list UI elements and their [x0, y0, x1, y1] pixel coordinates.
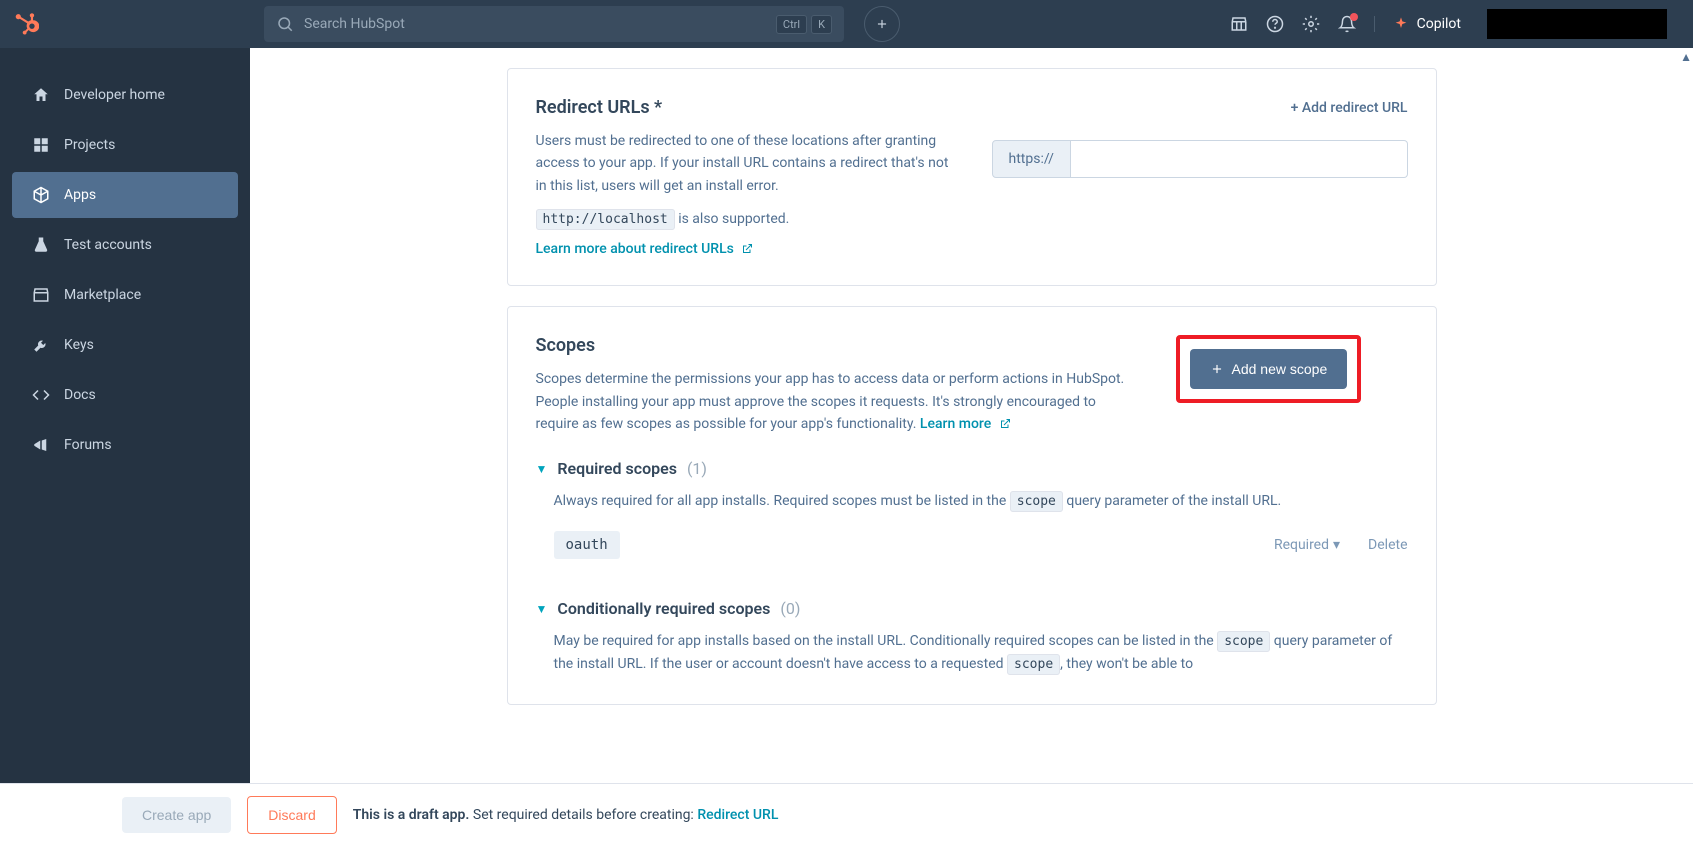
external-link-icon	[999, 418, 1011, 430]
copilot-button[interactable]: Copilot	[1374, 16, 1461, 32]
sidebar-item-test-accounts[interactable]: Test accounts	[12, 222, 238, 268]
scope-row-oauth: oauth Required ▾ Delete	[536, 531, 1408, 559]
scope-required-dropdown[interactable]: Required ▾	[1274, 537, 1340, 553]
url-prefix: https://	[992, 140, 1071, 178]
redirect-title: Redirect URLs *	[536, 97, 952, 118]
notifications-icon[interactable]	[1338, 15, 1356, 33]
scroll-up-indicator[interactable]: ▲	[1680, 50, 1692, 64]
required-scopes-section: ▼ Required scopes (1) Always required fo…	[536, 459, 1408, 559]
external-link-icon	[741, 243, 753, 255]
sidebar-item-docs[interactable]: Docs	[12, 372, 238, 418]
scope-pill: oauth	[554, 531, 620, 559]
sidebar-item-keys[interactable]: Keys	[12, 322, 238, 368]
redirect-description: Users must be redirected to one of these…	[536, 130, 952, 197]
sidebar-item-apps[interactable]: Apps	[12, 172, 238, 218]
search-bar[interactable]: Search HubSpot Ctrl K	[264, 6, 844, 42]
settings-icon[interactable]	[1302, 15, 1320, 33]
sidebar: Developer home Projects Apps Test accoun…	[0, 48, 250, 845]
scopes-description: Scopes determine the permissions your ap…	[536, 368, 1136, 435]
projects-icon	[32, 136, 50, 154]
chevron-down-icon: ▼	[536, 602, 548, 616]
redirect-urls-card: Redirect URLs * Users must be redirected…	[507, 68, 1437, 286]
plus-icon	[1210, 362, 1224, 376]
notification-badge	[1350, 13, 1358, 21]
search-icon	[276, 15, 294, 33]
search-placeholder: Search HubSpot	[304, 16, 766, 32]
redirect-url-field[interactable]	[1071, 140, 1408, 178]
conditional-scopes-toggle[interactable]: ▼ Conditionally required scopes (0)	[536, 599, 1408, 618]
account-region[interactable]	[1487, 9, 1667, 39]
sidebar-item-developer-home[interactable]: Developer home	[12, 72, 238, 118]
conditional-scopes-section: ▼ Conditionally required scopes (0) May …	[536, 599, 1408, 676]
add-button[interactable]	[864, 6, 900, 42]
home-icon	[32, 86, 50, 104]
store-icon	[32, 286, 50, 304]
create-app-button: Create app	[122, 797, 231, 833]
footer-bar: Create app Discard This is a draft app. …	[0, 783, 1693, 845]
required-scopes-description: Always required for all app installs. Re…	[536, 490, 1408, 513]
scope-delete-button[interactable]: Delete	[1368, 537, 1407, 553]
main-content: Redirect URLs * Users must be redirected…	[250, 48, 1693, 783]
chevron-down-icon: ▼	[536, 462, 548, 476]
footer-message: This is a draft app. Set required detail…	[353, 807, 779, 823]
required-scopes-toggle[interactable]: ▼ Required scopes (1)	[536, 459, 1408, 478]
learn-redirect-link[interactable]: Learn more about redirect URLs	[536, 241, 754, 257]
megaphone-icon	[32, 436, 50, 454]
help-icon[interactable]	[1266, 15, 1284, 33]
cube-icon	[32, 186, 50, 204]
add-redirect-url-button[interactable]: + Add redirect URL	[1291, 100, 1408, 116]
sidebar-item-forums[interactable]: Forums	[12, 422, 238, 468]
scopes-card: Scopes Scopes determine the permissions …	[507, 306, 1437, 705]
localhost-note: http://localhost is also supported.	[536, 211, 952, 227]
discard-button[interactable]: Discard	[247, 796, 336, 834]
conditional-scopes-description: May be required for app installs based o…	[536, 630, 1408, 676]
sidebar-item-marketplace[interactable]: Marketplace	[12, 272, 238, 318]
scopes-learn-more-link[interactable]: Learn more	[920, 416, 1011, 432]
top-header: Search HubSpot Ctrl K Copilot	[0, 0, 1693, 48]
marketplace-icon[interactable]	[1230, 15, 1248, 33]
search-shortcut: Ctrl K	[776, 15, 832, 34]
code-icon	[32, 386, 50, 404]
redirect-url-input-group: https://	[992, 140, 1408, 178]
wrench-icon	[32, 336, 50, 354]
add-new-scope-button[interactable]: Add new scope	[1190, 349, 1348, 389]
sparkle-icon	[1393, 16, 1409, 32]
add-scope-highlight-box: Add new scope	[1176, 335, 1362, 403]
scopes-title: Scopes	[536, 335, 1136, 356]
flask-icon	[32, 236, 50, 254]
plus-icon	[875, 17, 889, 31]
caret-down-icon: ▾	[1333, 537, 1340, 553]
hubspot-logo[interactable]	[10, 8, 42, 40]
sidebar-item-projects[interactable]: Projects	[12, 122, 238, 168]
footer-redirect-url-link[interactable]: Redirect URL	[697, 807, 778, 823]
